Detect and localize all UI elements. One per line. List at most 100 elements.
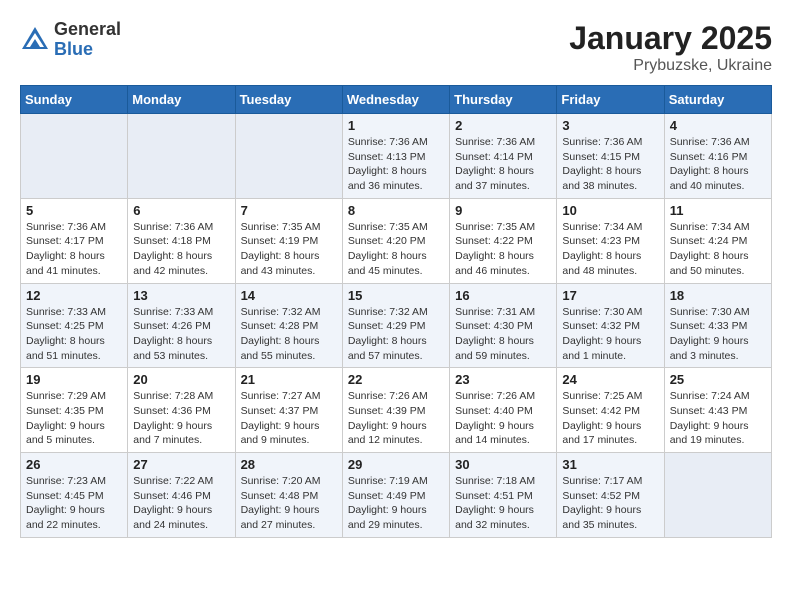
calendar-cell bbox=[21, 114, 128, 199]
weekday-header-sunday: Sunday bbox=[21, 86, 128, 114]
page-header: General Blue January 2025 Prybuzske, Ukr… bbox=[20, 20, 772, 75]
day-number: 20 bbox=[133, 372, 229, 387]
day-number: 1 bbox=[348, 118, 444, 133]
weekday-header-tuesday: Tuesday bbox=[235, 86, 342, 114]
calendar-cell: 20 Sunrise: 7:28 AM Sunset: 4:36 PM Dayli… bbox=[128, 368, 235, 453]
day-number: 15 bbox=[348, 288, 444, 303]
calendar-cell: 5Sunrise: 7:36 AM Sunset: 4:17 PM Daylig… bbox=[21, 198, 128, 283]
calendar-cell: 1 Sunrise: 7:36 AM Sunset: 4:13 PM Daylig… bbox=[342, 114, 449, 199]
day-info: Sunrise: 7:34 AM Sunset: 4:23 PM Dayligh… bbox=[562, 220, 658, 279]
calendar-table: SundayMondayTuesdayWednesdayThursdayFrid… bbox=[20, 85, 772, 538]
title-block: January 2025 Prybuzske, Ukraine bbox=[569, 20, 772, 75]
day-info: Sunrise: 7:32 AM Sunset: 4:29 PM Dayligh… bbox=[348, 305, 444, 364]
weekday-header-saturday: Saturday bbox=[664, 86, 771, 114]
calendar-cell: 8Sunrise: 7:35 AM Sunset: 4:20 PM Daylig… bbox=[342, 198, 449, 283]
day-info: Sunrise: 7:20 AM Sunset: 4:48 PM Dayligh… bbox=[241, 474, 337, 533]
calendar-cell: 4 Sunrise: 7:36 AM Sunset: 4:16 PM Daylig… bbox=[664, 114, 771, 199]
calendar-cell: 25Sunrise: 7:24 AM Sunset: 4:43 PM Dayli… bbox=[664, 368, 771, 453]
day-info: Sunrise: 7:34 AM Sunset: 4:24 PM Dayligh… bbox=[670, 220, 766, 279]
calendar-cell bbox=[235, 114, 342, 199]
day-info: Sunrise: 7:33 AM Sunset: 4:26 PM Dayligh… bbox=[133, 305, 229, 364]
day-info: Sunrise: 7:33 AM Sunset: 4:25 PM Dayligh… bbox=[26, 305, 122, 364]
day-number: 14 bbox=[241, 288, 337, 303]
day-info: Sunrise: 7:28 AM Sunset: 4:36 PM Dayligh… bbox=[133, 389, 229, 448]
day-info: Sunrise: 7:31 AM Sunset: 4:30 PM Dayligh… bbox=[455, 305, 551, 364]
day-number: 16 bbox=[455, 288, 551, 303]
calendar-week-row: 26 Sunrise: 7:23 AM Sunset: 4:45 PM Dayli… bbox=[21, 453, 772, 538]
calendar-cell: 24 Sunrise: 7:25 AM Sunset: 4:42 PM Dayli… bbox=[557, 368, 664, 453]
calendar-cell: 18 Sunrise: 7:30 AM Sunset: 4:33 PM Dayli… bbox=[664, 283, 771, 368]
calendar-cell: 13Sunrise: 7:33 AM Sunset: 4:26 PM Dayli… bbox=[128, 283, 235, 368]
calendar-cell: 27 Sunrise: 7:22 AM Sunset: 4:46 PM Dayli… bbox=[128, 453, 235, 538]
day-number: 26 bbox=[26, 457, 122, 472]
calendar-cell: 28Sunrise: 7:20 AM Sunset: 4:48 PM Dayli… bbox=[235, 453, 342, 538]
day-info: Sunrise: 7:24 AM Sunset: 4:43 PM Dayligh… bbox=[670, 389, 766, 448]
day-number: 21 bbox=[241, 372, 337, 387]
day-info: Sunrise: 7:23 AM Sunset: 4:45 PM Dayligh… bbox=[26, 474, 122, 533]
calendar-cell: 19 Sunrise: 7:29 AM Sunset: 4:35 PM Dayli… bbox=[21, 368, 128, 453]
weekday-header-thursday: Thursday bbox=[450, 86, 557, 114]
day-info: Sunrise: 7:22 AM Sunset: 4:46 PM Dayligh… bbox=[133, 474, 229, 533]
day-number: 31 bbox=[562, 457, 658, 472]
calendar-cell: 12 Sunrise: 7:33 AM Sunset: 4:25 PM Dayli… bbox=[21, 283, 128, 368]
day-number: 22 bbox=[348, 372, 444, 387]
day-number: 24 bbox=[562, 372, 658, 387]
day-info: Sunrise: 7:25 AM Sunset: 4:42 PM Dayligh… bbox=[562, 389, 658, 448]
calendar-week-row: 1 Sunrise: 7:36 AM Sunset: 4:13 PM Daylig… bbox=[21, 114, 772, 199]
day-info: Sunrise: 7:35 AM Sunset: 4:19 PM Dayligh… bbox=[241, 220, 337, 279]
calendar-cell: 6Sunrise: 7:36 AM Sunset: 4:18 PM Daylig… bbox=[128, 198, 235, 283]
calendar-cell: 9 Sunrise: 7:35 AM Sunset: 4:22 PM Daylig… bbox=[450, 198, 557, 283]
location-title: Prybuzske, Ukraine bbox=[569, 57, 772, 75]
day-info: Sunrise: 7:36 AM Sunset: 4:18 PM Dayligh… bbox=[133, 220, 229, 279]
day-number: 18 bbox=[670, 288, 766, 303]
logo: General Blue bbox=[20, 20, 121, 60]
weekday-header-row: SundayMondayTuesdayWednesdayThursdayFrid… bbox=[21, 86, 772, 114]
day-number: 12 bbox=[26, 288, 122, 303]
calendar-cell: 22Sunrise: 7:26 AM Sunset: 4:39 PM Dayli… bbox=[342, 368, 449, 453]
calendar-cell: 31 Sunrise: 7:17 AM Sunset: 4:52 PM Dayli… bbox=[557, 453, 664, 538]
calendar-cell: 10 Sunrise: 7:34 AM Sunset: 4:23 PM Dayli… bbox=[557, 198, 664, 283]
calendar-cell: 21 Sunrise: 7:27 AM Sunset: 4:37 PM Dayli… bbox=[235, 368, 342, 453]
calendar-cell: 30 Sunrise: 7:18 AM Sunset: 4:51 PM Dayli… bbox=[450, 453, 557, 538]
day-info: Sunrise: 7:19 AM Sunset: 4:49 PM Dayligh… bbox=[348, 474, 444, 533]
day-number: 9 bbox=[455, 203, 551, 218]
weekday-header-wednesday: Wednesday bbox=[342, 86, 449, 114]
day-info: Sunrise: 7:32 AM Sunset: 4:28 PM Dayligh… bbox=[241, 305, 337, 364]
weekday-header-monday: Monday bbox=[128, 86, 235, 114]
day-number: 4 bbox=[670, 118, 766, 133]
day-info: Sunrise: 7:36 AM Sunset: 4:13 PM Dayligh… bbox=[348, 135, 444, 194]
logo-text: General Blue bbox=[54, 20, 121, 60]
calendar-cell: 16 Sunrise: 7:31 AM Sunset: 4:30 PM Dayli… bbox=[450, 283, 557, 368]
day-number: 30 bbox=[455, 457, 551, 472]
day-info: Sunrise: 7:36 AM Sunset: 4:15 PM Dayligh… bbox=[562, 135, 658, 194]
day-number: 10 bbox=[562, 203, 658, 218]
day-info: Sunrise: 7:30 AM Sunset: 4:33 PM Dayligh… bbox=[670, 305, 766, 364]
day-info: Sunrise: 7:35 AM Sunset: 4:20 PM Dayligh… bbox=[348, 220, 444, 279]
calendar-cell: 2Sunrise: 7:36 AM Sunset: 4:14 PM Daylig… bbox=[450, 114, 557, 199]
day-info: Sunrise: 7:36 AM Sunset: 4:16 PM Dayligh… bbox=[670, 135, 766, 194]
logo-general: General bbox=[54, 20, 121, 40]
day-number: 27 bbox=[133, 457, 229, 472]
day-info: Sunrise: 7:27 AM Sunset: 4:37 PM Dayligh… bbox=[241, 389, 337, 448]
calendar-cell: 3Sunrise: 7:36 AM Sunset: 4:15 PM Daylig… bbox=[557, 114, 664, 199]
calendar-cell: 23Sunrise: 7:26 AM Sunset: 4:40 PM Dayli… bbox=[450, 368, 557, 453]
day-info: Sunrise: 7:26 AM Sunset: 4:40 PM Dayligh… bbox=[455, 389, 551, 448]
day-number: 11 bbox=[670, 203, 766, 218]
day-number: 19 bbox=[26, 372, 122, 387]
calendar-cell: 14 Sunrise: 7:32 AM Sunset: 4:28 PM Dayli… bbox=[235, 283, 342, 368]
calendar-cell: 26 Sunrise: 7:23 AM Sunset: 4:45 PM Dayli… bbox=[21, 453, 128, 538]
logo-icon bbox=[20, 25, 50, 55]
day-number: 7 bbox=[241, 203, 337, 218]
calendar-week-row: 5Sunrise: 7:36 AM Sunset: 4:17 PM Daylig… bbox=[21, 198, 772, 283]
calendar-cell: 15 Sunrise: 7:32 AM Sunset: 4:29 PM Dayli… bbox=[342, 283, 449, 368]
day-info: Sunrise: 7:17 AM Sunset: 4:52 PM Dayligh… bbox=[562, 474, 658, 533]
day-number: 5 bbox=[26, 203, 122, 218]
day-info: Sunrise: 7:35 AM Sunset: 4:22 PM Dayligh… bbox=[455, 220, 551, 279]
calendar-cell bbox=[664, 453, 771, 538]
day-number: 29 bbox=[348, 457, 444, 472]
day-info: Sunrise: 7:29 AM Sunset: 4:35 PM Dayligh… bbox=[26, 389, 122, 448]
month-title: January 2025 bbox=[569, 20, 772, 57]
day-info: Sunrise: 7:18 AM Sunset: 4:51 PM Dayligh… bbox=[455, 474, 551, 533]
calendar-cell: 29 Sunrise: 7:19 AM Sunset: 4:49 PM Dayli… bbox=[342, 453, 449, 538]
calendar-cell: 17Sunrise: 7:30 AM Sunset: 4:32 PM Dayli… bbox=[557, 283, 664, 368]
